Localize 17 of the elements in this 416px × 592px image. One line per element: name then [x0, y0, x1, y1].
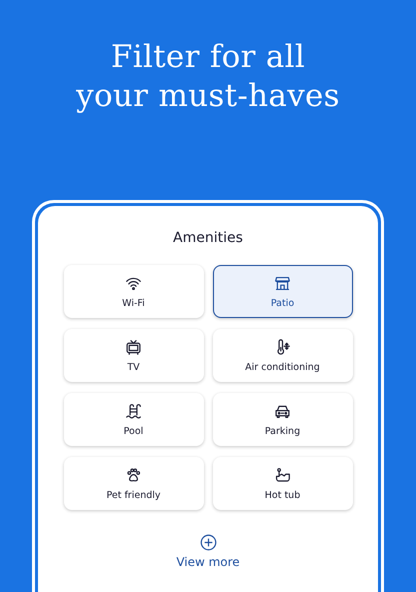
amenity-tile[interactable]: Patio [212, 265, 352, 318]
view-more-button[interactable]: View more [176, 534, 240, 569]
panel-title: Amenities [173, 230, 243, 246]
pool-ladder-icon [125, 402, 142, 420]
amenity-tile[interactable]: TV [64, 329, 204, 382]
storefront-icon [274, 274, 291, 292]
amenity-tile[interactable]: Pet friendly [64, 457, 204, 510]
amenity-tile[interactable]: Hot tub [212, 457, 352, 510]
amenity-tile[interactable]: Wi-Fi [64, 265, 204, 318]
amenity-tile[interactable]: Parking [212, 393, 352, 446]
plus-circle-icon [200, 534, 216, 551]
amenity-tile[interactable]: Air conditioning [212, 329, 352, 382]
paw-icon [125, 466, 142, 484]
hot-tub-icon [274, 466, 291, 484]
amenity-tile[interactable]: Pool [64, 393, 204, 446]
tv-icon [125, 338, 142, 356]
headline: Filter for all your must-haves [76, 38, 340, 116]
